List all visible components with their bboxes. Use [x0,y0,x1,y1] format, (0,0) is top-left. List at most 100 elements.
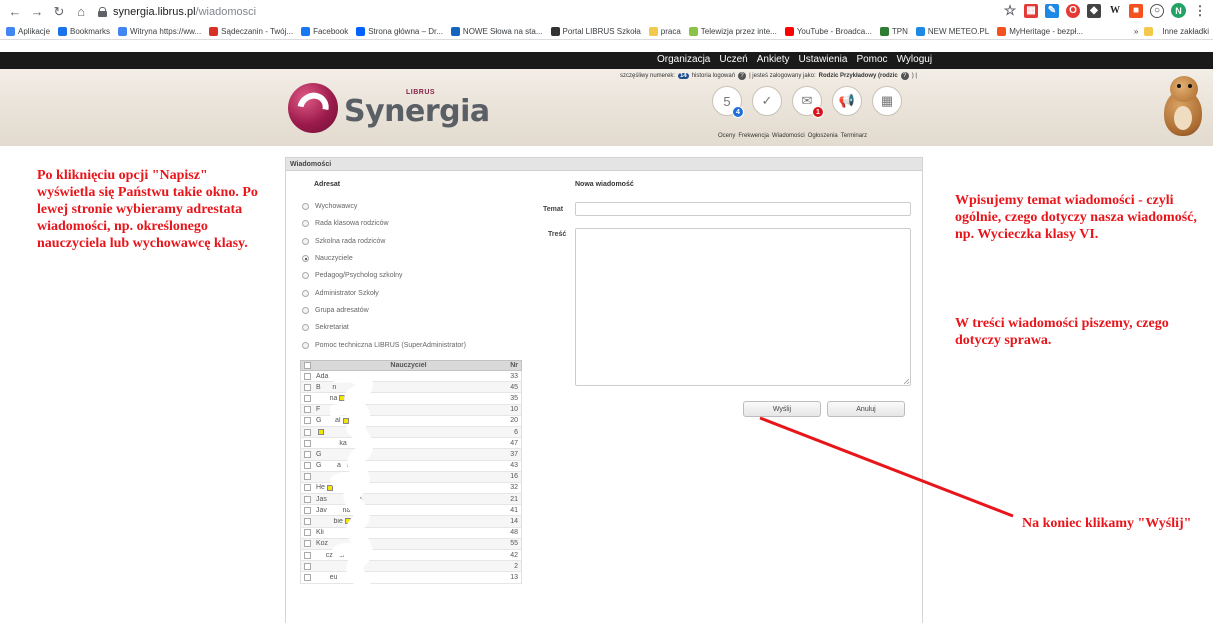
teacher-checkbox[interactable] [304,540,311,548]
radio-button[interactable] [302,306,309,314]
recipient-option[interactable]: Nauczyciele [302,250,466,267]
recipient-option[interactable]: Administrator Szkoły [302,284,466,301]
bookmark-item[interactable]: NEW METEO.PL [915,26,989,36]
module-button[interactable]: 54 [712,86,744,118]
back-arrow-icon[interactable]: ← [6,3,24,21]
teacher-checkbox[interactable] [304,428,311,436]
synergia-logo[interactable]: LIBRUS Synergia [288,83,490,133]
teacher-checkbox[interactable] [304,518,311,526]
table-row[interactable]: G al 20 [300,415,522,427]
table-row[interactable]: eu 13 [300,572,522,584]
module-label[interactable]: Ogłoszenia [808,133,838,139]
help-icon[interactable]: ? [738,72,747,80]
table-row[interactable]: cz ai 42 [300,550,522,562]
table-row[interactable]: na 35 [300,393,522,405]
teacher-checkbox[interactable] [304,506,311,514]
top-menu-item[interactable]: Ustawienia [799,54,848,65]
recipient-option[interactable]: Pedagog/Psycholog szkolny [302,267,466,284]
table-row[interactable]: Koz 55 [300,538,522,550]
module-label[interactable]: Wiadomości [772,133,805,139]
recipient-option[interactable]: Grupa adresatów [302,302,466,319]
module-button[interactable]: ▦ [872,86,902,116]
module-label[interactable]: Frekwencja [738,133,769,139]
calendar-extension-icon[interactable]: ▦ [1024,3,1038,18]
bookmark-star-icon[interactable]: ☆ [1003,2,1017,18]
top-menu-item[interactable]: Ankiety [757,54,790,65]
teacher-checkbox[interactable] [304,462,311,470]
radio-button[interactable] [302,272,309,280]
table-row[interactable]: F arzena 10 [300,404,522,416]
bookmark-item[interactable]: Aplikacje [6,26,50,36]
recipient-option[interactable]: Sekretariat [302,319,466,336]
teacher-checkbox[interactable] [304,484,311,492]
home-icon[interactable]: ⌂ [72,3,90,21]
table-row[interactable]: 6 [300,426,522,439]
table-row[interactable]: Jas ena 21 [300,494,522,506]
recipient-option[interactable]: Rada klasowa rodziców [302,215,466,232]
wikipedia-extension-icon[interactable]: W [1108,3,1122,18]
radio-button[interactable] [302,324,309,332]
top-menu-item[interactable]: Uczeń [719,54,747,65]
bookmark-item[interactable]: Bookmarks [58,26,110,36]
table-row[interactable]: Kli 48 [300,527,522,539]
subject-input[interactable] [575,202,911,216]
table-row[interactable]: Jav na 41 [300,505,522,517]
address-bar[interactable]: synergia.librus.pl /wiadomosci [98,3,256,21]
table-row[interactable]: Ada asz 33 [300,371,522,383]
reload-icon[interactable]: ↻ [50,3,68,21]
top-menu-item[interactable]: Pomoc [856,54,887,65]
circle-extension-icon[interactable]: ○ [1150,3,1164,18]
module-button[interactable]: 📢 [832,86,862,116]
bookmark-item[interactable]: Facebook [301,26,348,36]
teacher-checkbox[interactable] [304,562,311,570]
teacher-checkbox[interactable] [304,406,311,414]
select-all-checkbox[interactable] [304,362,311,369]
table-row[interactable]: He 32 [300,482,522,495]
opera-extension-icon[interactable]: O [1066,3,1080,18]
puzzle-extension-icon[interactable]: ◆ [1087,3,1101,18]
top-menu-item[interactable]: Organizacja [657,54,710,65]
teacher-checkbox[interactable] [304,417,311,425]
bookmark-item[interactable]: Strona główna – Dr... [356,26,443,36]
teacher-checkbox[interactable] [304,573,311,581]
radio-button[interactable] [302,220,309,228]
forward-arrow-icon[interactable]: → [28,3,46,21]
teacher-checkbox[interactable] [304,439,311,447]
profile-avatar[interactable]: N [1171,3,1186,18]
radio-button[interactable] [302,237,309,245]
bookmark-item[interactable]: praca [648,26,681,36]
bookmark-item[interactable]: YouTube - Broadca... [784,26,872,36]
menu-kebab-icon[interactable]: ⋮ [1193,3,1207,18]
translate-extension-icon[interactable]: ✎ [1045,3,1059,18]
table-row[interactable]: 16 [300,471,522,483]
teacher-checkbox[interactable] [304,394,311,402]
recipient-option[interactable]: Pomoc techniczna LIBRUS (SuperAdministra… [302,336,466,353]
send-button[interactable]: Wyślij [743,401,821,417]
teacher-checkbox[interactable] [304,372,311,380]
teacher-checkbox[interactable] [304,383,311,391]
teacher-checkbox[interactable] [304,551,311,559]
table-row[interactable]: ka 47 [300,438,522,450]
bookmark-item[interactable]: Portal LIBRUS Szkoła [550,26,641,36]
radio-button[interactable] [302,255,309,263]
message-body-textarea[interactable] [575,228,911,386]
teacher-checkbox[interactable] [304,495,311,503]
module-label[interactable]: Terminarz [841,133,867,139]
radio-button[interactable] [302,341,309,349]
shop-extension-icon[interactable]: ■ [1129,3,1143,18]
radio-button[interactable] [302,203,309,211]
bookmark-item[interactable]: Telewizja przez inte... [688,26,777,36]
bookmark-item[interactable]: Sądeczanin - Twój... [209,26,293,36]
table-row[interactable]: bie 14 [300,516,522,528]
teacher-checkbox[interactable] [304,450,311,458]
teacher-checkbox[interactable] [304,473,311,481]
table-row[interactable]: G 37 [300,449,522,461]
top-menu-item[interactable]: Wyloguj [897,54,932,65]
cancel-button[interactable]: Anuluj [827,401,905,417]
more-bookmarks-button[interactable]: » [1134,27,1138,36]
table-row[interactable]: B n 45 [300,382,522,394]
recipient-option[interactable]: Szkolna rada rodziców [302,233,466,250]
resize-grip-icon[interactable] [903,378,910,385]
module-label[interactable]: Oceny [718,133,735,139]
module-button[interactable]: ✓ [752,86,782,116]
